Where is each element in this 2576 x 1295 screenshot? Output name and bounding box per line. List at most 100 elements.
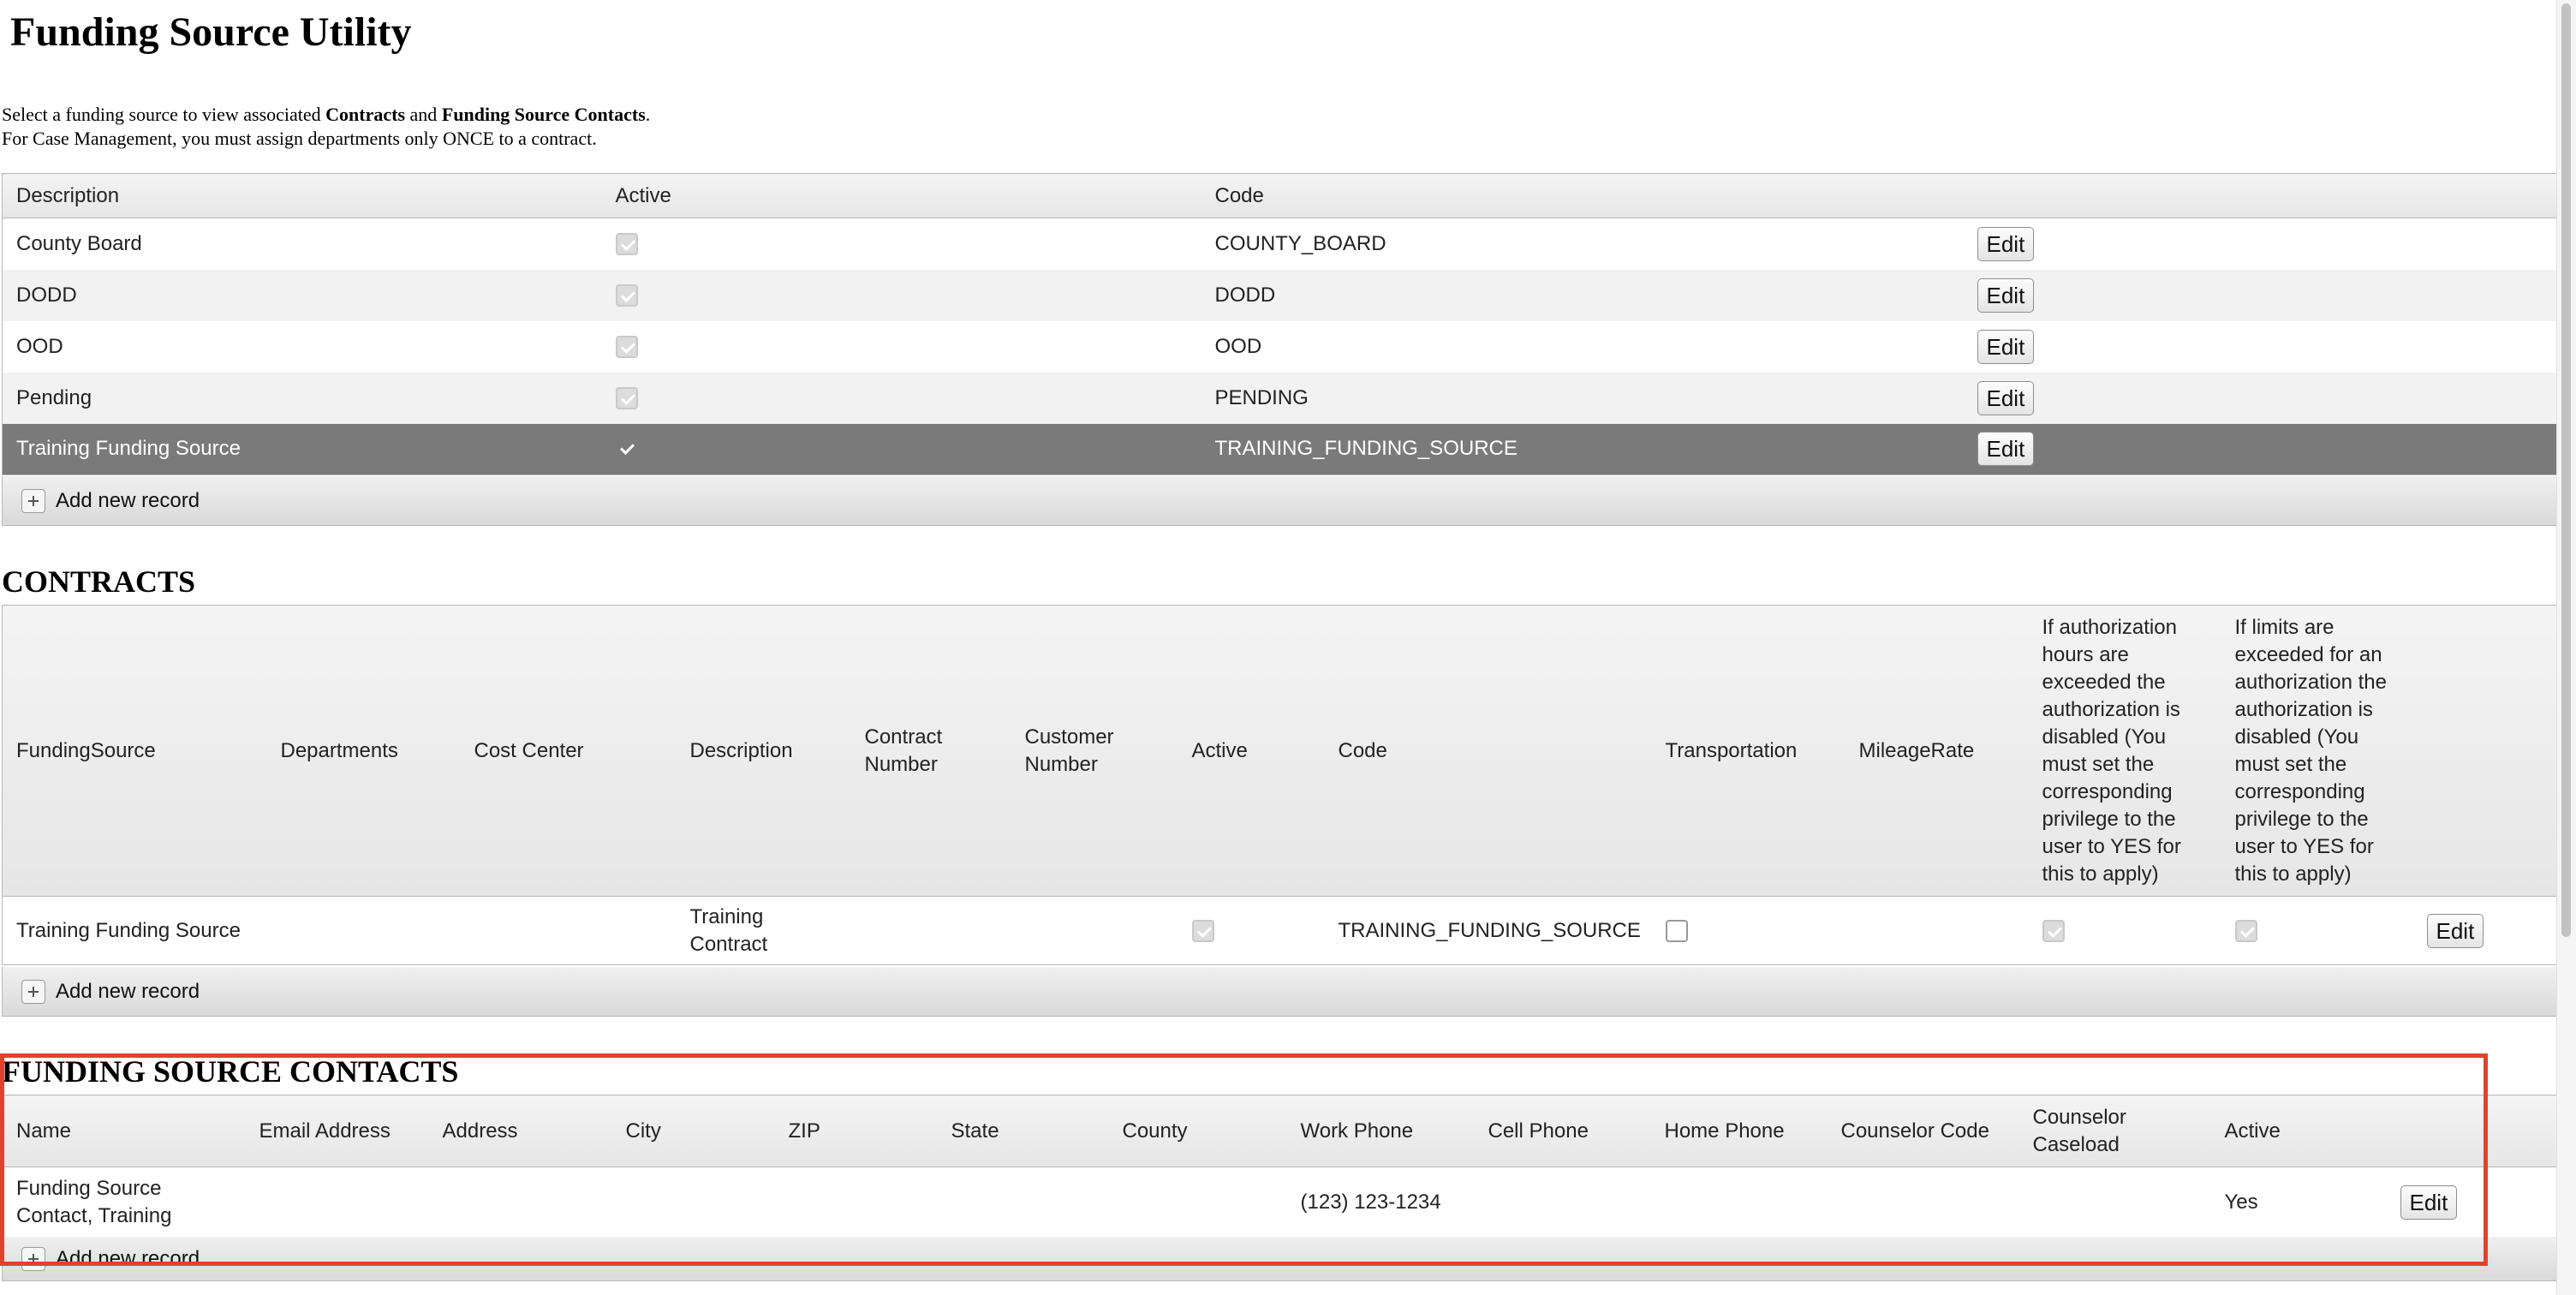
column-header-work-phone[interactable]: Work Phone bbox=[1286, 1095, 1475, 1167]
cell-active bbox=[602, 321, 1202, 373]
column-header-active[interactable]: Active bbox=[601, 173, 1202, 218]
column-header-cell-phone[interactable]: Cell Phone bbox=[1474, 1095, 1651, 1167]
cell-customer-number bbox=[1011, 897, 1178, 965]
column-header-counselor-caseload[interactable]: Counselor Caseload bbox=[2018, 1095, 2211, 1167]
column-header-city[interactable]: City bbox=[611, 1095, 775, 1167]
edit-button[interactable]: Edit bbox=[2400, 1185, 2458, 1220]
column-header-county[interactable]: County bbox=[1108, 1095, 1287, 1167]
column-header-active[interactable]: Active bbox=[1178, 605, 1325, 897]
column-header-home-phone[interactable]: Home Phone bbox=[1650, 1095, 1828, 1167]
table-row-selected[interactable]: Training Funding Source TRAINING_FUNDING… bbox=[2, 423, 2561, 475]
cell-email bbox=[246, 1167, 429, 1238]
cell-description: Pending bbox=[2, 372, 602, 424]
table-row[interactable]: County Board COUNTY_BOARD Edit bbox=[3, 218, 2561, 270]
column-header-contract-number[interactable]: Contract Number bbox=[850, 605, 1011, 897]
add-new-record-bar[interactable]: Add new record bbox=[2, 476, 2561, 526]
column-header-auth-hours-disable[interactable]: If authorization hours are exceeded the … bbox=[2028, 605, 2221, 897]
contacts-table: Name Email Address Address City ZIP Stat… bbox=[2, 1095, 2561, 1238]
column-header-description[interactable]: Description bbox=[2, 173, 602, 218]
cell-departments bbox=[267, 897, 461, 965]
column-header-counselor-code[interactable]: Counselor Code bbox=[1827, 1095, 2019, 1167]
table-row[interactable]: OOD OOD Edit bbox=[3, 321, 2561, 373]
edit-button[interactable]: Edit bbox=[1977, 432, 2035, 467]
contracts-table: FundingSource Departments Cost Center De… bbox=[2, 605, 2561, 965]
cell-mileagerate bbox=[1846, 897, 2029, 965]
column-header-description[interactable]: Description bbox=[676, 605, 851, 897]
column-header-actions bbox=[2386, 1095, 2561, 1167]
column-header-email[interactable]: Email Address bbox=[245, 1095, 429, 1167]
edit-button[interactable]: Edit bbox=[1977, 226, 2035, 261]
cell-actions: Edit bbox=[2413, 897, 2561, 965]
cell-active bbox=[601, 269, 1202, 321]
column-header-limits-disable[interactable]: If limits are exceeded for an authorizat… bbox=[2221, 605, 2413, 897]
add-new-record-label[interactable]: Add new record bbox=[56, 1247, 200, 1271]
table-row[interactable]: DODD DODD Edit bbox=[2, 269, 2561, 321]
cell-work-phone: (123) 123-1234 bbox=[1300, 1190, 1441, 1214]
cell-actions: Edit bbox=[2387, 1167, 2561, 1238]
cell-code: TRAINING_FUNDING_SOURCE bbox=[1201, 423, 1964, 475]
vertical-scrollbar[interactable] bbox=[2556, 0, 2576, 1295]
edit-button[interactable]: Edit bbox=[2426, 913, 2484, 948]
scrollbar-thumb[interactable] bbox=[2561, 3, 2571, 937]
active-checkmark-icon bbox=[616, 439, 638, 461]
column-header-transportation[interactable]: Transportation bbox=[1651, 605, 1846, 897]
plus-icon[interactable] bbox=[21, 1246, 45, 1271]
column-header-active[interactable]: Active bbox=[2210, 1095, 2387, 1167]
column-header-customer-number[interactable]: Customer Number bbox=[1011, 605, 1178, 897]
plus-icon[interactable] bbox=[21, 979, 45, 1004]
add-new-record-bar[interactable]: Add new record bbox=[2, 967, 2561, 1017]
cell-county bbox=[1109, 1167, 1287, 1238]
cell-description: Training Contract bbox=[689, 904, 768, 956]
cell-actions: Edit bbox=[1964, 321, 2561, 373]
add-new-record-label[interactable]: Add new record bbox=[56, 980, 200, 1004]
contracts-title: CONTRACTS bbox=[2, 564, 196, 599]
column-header-zip[interactable]: ZIP bbox=[774, 1095, 938, 1167]
cell-transportation bbox=[1652, 897, 1846, 965]
cell-description: Training Funding Source bbox=[2, 423, 602, 475]
cell-active bbox=[601, 372, 1202, 424]
column-header-actions bbox=[1963, 173, 2561, 218]
intro-text-part: . bbox=[645, 104, 651, 125]
cell-cell-phone bbox=[1475, 1167, 1651, 1238]
add-new-record-label[interactable]: Add new record bbox=[56, 489, 200, 513]
cell-cost-center bbox=[461, 897, 677, 965]
table-row[interactable]: Pending PENDING Edit bbox=[2, 372, 2561, 424]
cell-limits-disable bbox=[2221, 897, 2413, 965]
column-header-address[interactable]: Address bbox=[428, 1095, 612, 1167]
active-checkbox bbox=[615, 336, 638, 359]
cell-active bbox=[602, 218, 1202, 270]
column-header-code[interactable]: Code bbox=[1324, 605, 1652, 897]
column-header-departments[interactable]: Departments bbox=[266, 605, 461, 897]
cell-fundingsource: Training Funding Source bbox=[16, 918, 241, 942]
cell-description: DODD bbox=[2, 269, 602, 321]
column-header-actions bbox=[2412, 605, 2561, 897]
cell-description: OOD bbox=[16, 334, 63, 358]
plus-icon[interactable] bbox=[21, 488, 45, 513]
cell-description: County Board bbox=[16, 231, 142, 255]
column-header-state[interactable]: State bbox=[937, 1095, 1109, 1167]
table-row[interactable]: Funding Source Contact, Training (123) 1… bbox=[3, 1167, 2561, 1238]
edit-button[interactable]: Edit bbox=[1977, 329, 2035, 364]
edit-button[interactable]: Edit bbox=[1977, 380, 2035, 415]
add-new-record-bar[interactable]: Add new record bbox=[2, 1237, 2561, 1281]
auth-hours-checkbox bbox=[2042, 920, 2065, 943]
column-header-name[interactable]: Name bbox=[2, 1095, 246, 1167]
cell-zip bbox=[775, 1167, 938, 1238]
column-header-cost-center[interactable]: Cost Center bbox=[460, 605, 677, 897]
column-header-fundingsource[interactable]: FundingSource bbox=[2, 605, 267, 897]
active-checkbox bbox=[615, 284, 638, 307]
intro-line1: Select a funding source to view associat… bbox=[2, 104, 650, 125]
cell-address bbox=[429, 1167, 612, 1238]
active-checkbox bbox=[615, 233, 638, 256]
page: Funding Source Utility Select a funding … bbox=[0, 0, 2569, 1295]
edit-button[interactable]: Edit bbox=[1977, 278, 2035, 313]
column-header-mileagerate[interactable]: MileageRate bbox=[1845, 605, 2029, 897]
cell-code: TRAINING_FUNDING_SOURCE bbox=[1338, 918, 1641, 942]
column-header-code[interactable]: Code bbox=[1201, 173, 1964, 218]
cell-code: DODD bbox=[1201, 269, 1964, 321]
cell-actions: Edit bbox=[1963, 423, 2561, 475]
intro-line2: For Case Management, you must assign dep… bbox=[2, 128, 597, 149]
cell-actions: Edit bbox=[1963, 269, 2561, 321]
intro-text: Select a funding source to view associat… bbox=[2, 103, 1372, 151]
table-row[interactable]: Training Funding Source Training Contrac… bbox=[3, 897, 2561, 965]
